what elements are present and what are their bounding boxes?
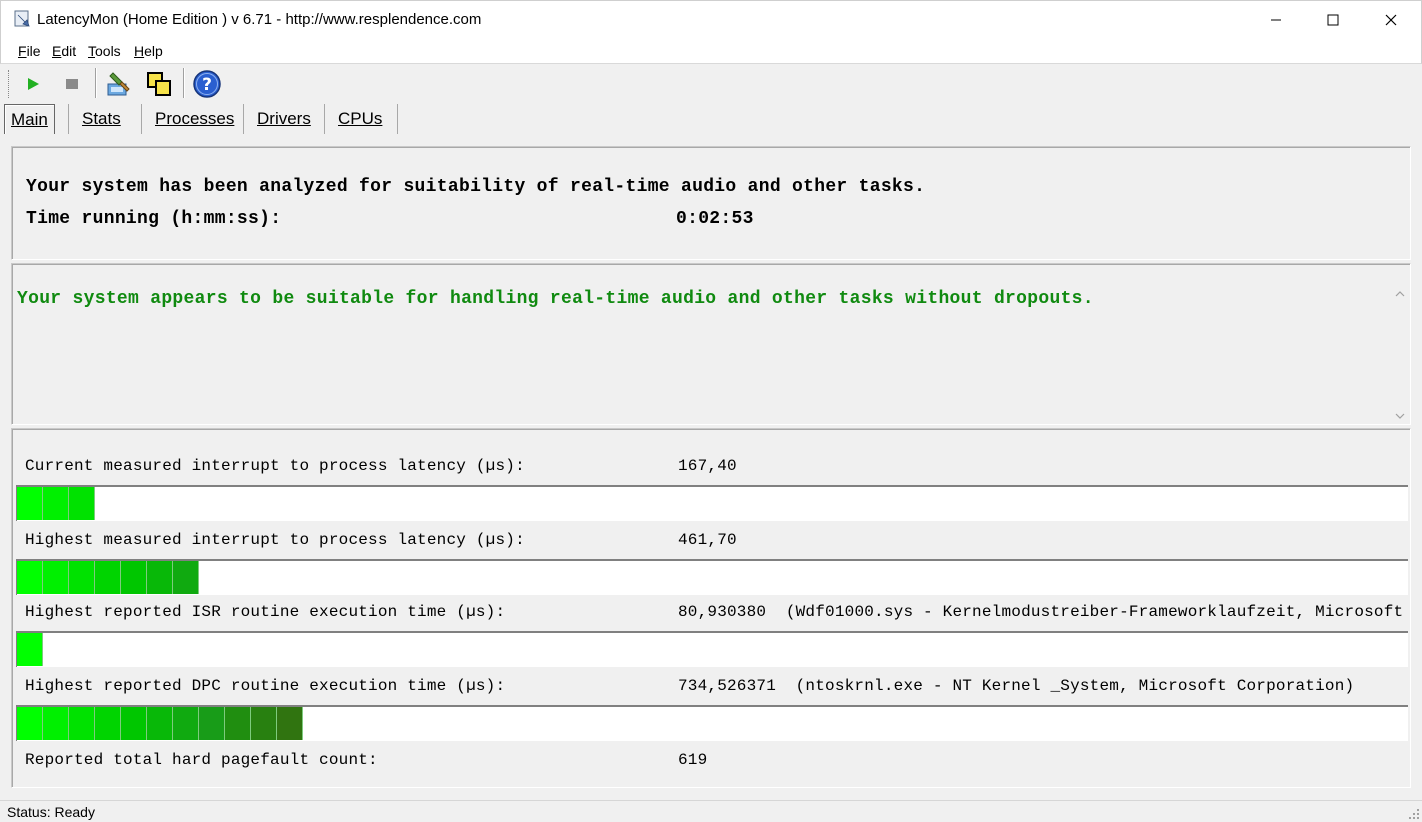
bar-segment xyxy=(147,561,173,594)
tab-separator xyxy=(324,104,325,134)
tab-separator xyxy=(141,104,142,134)
bar-fill xyxy=(17,707,303,740)
app-icon xyxy=(14,10,30,27)
tab-separator xyxy=(397,104,398,134)
close-button[interactable] xyxy=(1362,1,1420,39)
windows-icon xyxy=(147,72,171,96)
metric-value-pagefault: 619 xyxy=(678,751,708,769)
verdict-scrollbar[interactable] xyxy=(1390,284,1410,424)
toolbar-separator xyxy=(95,68,97,98)
metric-label-pagefault: Reported total hard pagefault count: xyxy=(25,751,378,769)
summary-panel: Your system has been analyzed for suitab… xyxy=(11,146,1411,260)
help-icon: ? xyxy=(193,70,221,98)
bar-segment xyxy=(147,707,173,740)
maximize-icon xyxy=(1327,14,1339,26)
bar-segment xyxy=(95,707,121,740)
time-running-value: 0:02:53 xyxy=(676,209,754,229)
bar-segment xyxy=(43,707,69,740)
menu-tools[interactable]: Tools xyxy=(88,43,121,59)
menu-help[interactable]: Help xyxy=(134,43,163,59)
bar-segment xyxy=(225,707,251,740)
toolbar-separator xyxy=(183,68,185,98)
stop-button[interactable] xyxy=(57,68,87,100)
tab-cpus[interactable]: CPUs xyxy=(332,104,388,134)
tab-processes[interactable]: Processes xyxy=(149,104,240,134)
bar-segment xyxy=(17,487,43,520)
metric-label-dpc-time: Highest reported DPC routine execution t… xyxy=(25,677,506,695)
bar-segment xyxy=(121,561,147,594)
bar-segment xyxy=(121,707,147,740)
maximize-button[interactable] xyxy=(1304,1,1362,39)
bar-segment xyxy=(17,633,43,666)
bar-segment xyxy=(69,487,95,520)
status-bar: Status: Ready xyxy=(0,800,1422,822)
tab-strip: Main Stats Processes Drivers CPUs xyxy=(0,102,1422,134)
metric-label-highest-latency: Highest measured interrupt to process la… xyxy=(25,531,525,549)
bar-segment xyxy=(17,561,43,594)
metric-value-current-latency: 167,40 xyxy=(678,457,737,475)
minimize-icon xyxy=(1271,19,1281,21)
minimize-button[interactable] xyxy=(1247,1,1305,39)
metric-value-highest-latency: 461,70 xyxy=(678,531,737,549)
play-icon xyxy=(28,78,39,90)
metric-value-dpc-time: 734,526371 (ntoskrnl.exe - NT Kernel _Sy… xyxy=(678,677,1355,695)
toolbar: ? xyxy=(0,64,1422,102)
bar-segment xyxy=(251,707,277,740)
stop-icon xyxy=(66,79,78,89)
window-title: LatencyMon (Home Edition ) v 6.71 - http… xyxy=(37,11,482,28)
bar-segment xyxy=(173,561,199,594)
scroll-up-icon[interactable] xyxy=(1394,290,1406,298)
analyze-button[interactable] xyxy=(104,68,134,100)
bar-segment xyxy=(95,561,121,594)
bar-segment xyxy=(43,487,69,520)
analyzed-text: Your system has been analyzed for suitab… xyxy=(26,177,926,197)
verdict-panel: Your system appears to be suitable for h… xyxy=(11,263,1411,425)
tab-separator xyxy=(68,104,69,134)
status-text: Status: Ready xyxy=(7,804,95,820)
title-bar: LatencyMon (Home Edition ) v 6.71 - http… xyxy=(0,0,1422,38)
bar-segment xyxy=(43,561,69,594)
metrics-panel: Current measured interrupt to process la… xyxy=(11,428,1411,788)
metric-label-current-latency: Current measured interrupt to process la… xyxy=(25,457,525,475)
metric-detail-isr: (Wdf01000.sys - Kernelmodustreiber-Frame… xyxy=(785,603,1410,621)
bar-highest-latency xyxy=(16,559,1408,595)
analyze-icon xyxy=(107,72,130,96)
tab-main[interactable]: Main xyxy=(4,104,55,134)
bar-fill xyxy=(17,487,95,520)
help-button[interactable]: ? xyxy=(192,68,222,100)
windows-button[interactable] xyxy=(144,68,174,100)
bar-current-latency xyxy=(16,485,1408,521)
menu-file[interactable]: File xyxy=(18,43,41,59)
close-icon xyxy=(1385,14,1397,26)
menu-edit[interactable]: Edit xyxy=(52,43,76,59)
tab-drivers[interactable]: Drivers xyxy=(251,104,317,134)
bar-segment xyxy=(69,561,95,594)
toolbar-grip xyxy=(8,70,11,98)
scroll-down-icon[interactable] xyxy=(1394,412,1406,420)
tab-separator xyxy=(243,104,244,134)
start-button[interactable] xyxy=(18,68,48,100)
resize-grip-icon[interactable] xyxy=(1406,806,1420,820)
bar-fill xyxy=(17,561,199,594)
bar-fill xyxy=(17,633,43,666)
bar-segment xyxy=(173,707,199,740)
metric-label-isr-time: Highest reported ISR routine execution t… xyxy=(25,603,506,621)
metric-value-isr-time: 80,930380 (Wdf01000.sys - Kernelmodustre… xyxy=(678,603,1410,621)
bar-isr-time xyxy=(16,631,1408,667)
svg-text:?: ? xyxy=(202,75,212,95)
bar-dpc-time xyxy=(16,705,1408,741)
bar-segment xyxy=(17,707,43,740)
menu-bar: File Edit Tools Help xyxy=(0,38,1422,64)
bar-segment xyxy=(199,707,225,740)
time-running-label: Time running (h:mm:ss): xyxy=(26,209,282,229)
bar-segment xyxy=(69,707,95,740)
verdict-message: Your system appears to be suitable for h… xyxy=(17,289,1094,309)
bar-segment xyxy=(277,707,303,740)
tab-stats[interactable]: Stats xyxy=(76,104,127,134)
metric-detail-dpc: (ntoskrnl.exe - NT Kernel _System, Micro… xyxy=(795,677,1355,695)
